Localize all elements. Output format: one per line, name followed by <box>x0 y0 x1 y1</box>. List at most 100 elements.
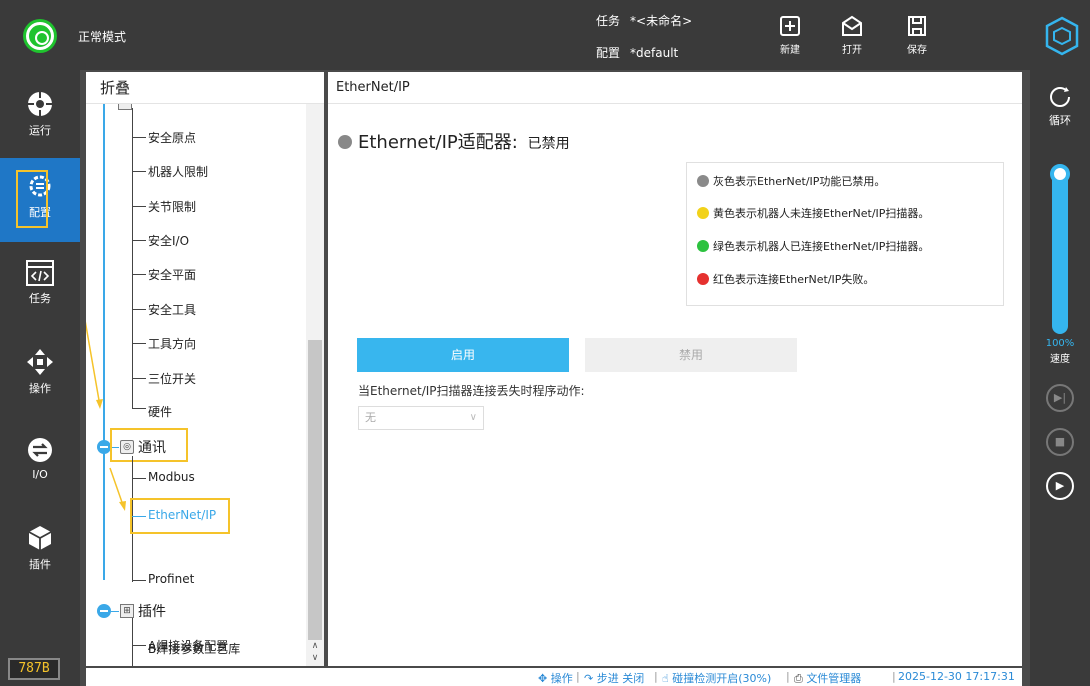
config-tree-panel: 折叠 安全原点 机器人限制 关节限制 安全I/O 安全平面 安全工具 工具方向 … <box>86 72 324 666</box>
version-badge: 787B <box>8 658 60 680</box>
yellow-status-icon <box>697 207 709 219</box>
nav-run[interactable]: 运行 <box>0 76 80 160</box>
content-panel: EtherNet/IP Ethernet/IP适配器: 已禁用 灰色表示Ethe… <box>328 72 1022 666</box>
loop-label: 循环 <box>1049 114 1071 127</box>
task-key: 任务 <box>596 14 621 28</box>
step-icon: ▶| <box>1053 391 1067 404</box>
config-highlight-box <box>16 170 48 228</box>
adapter-status: 已禁用 <box>527 136 570 152</box>
status-step[interactable]: ↷ 步进 关闭 <box>584 670 644 686</box>
adapter-title-text: Ethernet/IP适配器: <box>358 132 518 153</box>
nav-task[interactable]: 任务 <box>0 246 80 330</box>
gray-status-icon <box>697 175 709 187</box>
save-label: 保存 <box>907 45 927 56</box>
nav-io-label: I/O <box>32 468 48 481</box>
top-bar: 正常模式 任务 *<未命名> 配置 *default 新建 打开 保存 <box>0 0 1090 70</box>
loop-icon <box>1050 87 1070 107</box>
scroll-up-icon[interactable]: ∧ <box>308 640 322 652</box>
plugin-collapse-icon[interactable] <box>97 604 111 618</box>
nav-config[interactable]: 配置 <box>0 158 80 242</box>
tree-branch-line <box>132 618 133 666</box>
task-info: 任务 *<未命名> <box>596 12 692 29</box>
divider: | <box>654 670 658 683</box>
plugin-box-icon: ⊞ <box>120 604 134 618</box>
connection-lost-action-select[interactable]: 无 ∨ <box>358 406 484 430</box>
open-button[interactable]: 打开 <box>832 14 872 62</box>
status-file-manager-text: 文件管理器 <box>806 672 862 685</box>
legend-gray-text: 灰色表示EtherNet/IP功能已禁用。 <box>713 175 886 188</box>
tree-scrollbar[interactable]: ∧ ∨ <box>306 104 324 666</box>
nav-plugin[interactable]: 插件 <box>0 510 80 594</box>
nav-plugin-label: 插件 <box>29 558 51 571</box>
run-icon <box>28 92 52 116</box>
new-button[interactable]: 新建 <box>770 14 810 62</box>
task-value: *<未命名> <box>630 14 693 28</box>
legend-green-text: 绿色表示机器人已连接EtherNet/IP扫描器。 <box>713 240 930 253</box>
brand-logo-icon <box>1045 16 1079 56</box>
status-collision-text: 碰撞检测开启(30%) <box>672 672 772 685</box>
new-file-icon <box>780 16 800 36</box>
disable-button[interactable]: 禁用 <box>585 338 797 372</box>
config-key: 配置 <box>596 46 621 60</box>
open-label: 打开 <box>842 45 862 56</box>
speed-slider[interactable] <box>1052 170 1068 334</box>
chevron-down-icon: ∨ <box>469 412 477 423</box>
enable-button[interactable]: 启用 <box>357 338 569 372</box>
legend-green: 绿色表示机器人已连接EtherNet/IP扫描器。 <box>697 238 929 254</box>
status-file-manager[interactable]: ⎙ 文件管理器 <box>794 670 861 686</box>
speed-label: 速度 <box>1050 354 1070 365</box>
annotation-arrows <box>86 321 126 511</box>
divider: | <box>786 670 790 683</box>
status-legend: 灰色表示EtherNet/IP功能已禁用。 黄色表示机器人未连接EtherNet… <box>686 162 1004 306</box>
legend-yellow-text: 黄色表示机器人未连接EtherNet/IP扫描器。 <box>713 207 930 220</box>
tree-category-plugin[interactable]: 插件 <box>138 601 166 621</box>
content-title: EtherNet/IP <box>328 72 1022 104</box>
speed-slider-handle[interactable] <box>1050 164 1070 184</box>
legend-gray: 灰色表示EtherNet/IP功能已禁用。 <box>697 173 885 189</box>
status-operate[interactable]: ✥ 操作 <box>538 670 573 686</box>
nav-task-label: 任务 <box>29 292 51 305</box>
io-icon <box>28 438 52 462</box>
connection-lost-label: 当Ethernet/IP扫描器连接丢失时程序动作: <box>358 384 585 398</box>
tree-connector <box>111 611 119 612</box>
legend-red: 红色表示连接EtherNet/IP失败。 <box>697 271 874 287</box>
play-icon: ▶ <box>1055 479 1065 492</box>
status-step-text: 步进 关闭 <box>596 672 645 685</box>
open-envelope-icon <box>842 15 862 36</box>
legend-red-text: 红色表示连接EtherNet/IP失败。 <box>713 273 875 286</box>
step-button[interactable]: ▶| <box>1046 384 1074 412</box>
nav-io[interactable]: I/O <box>0 422 80 506</box>
play-button[interactable]: ▶ <box>1046 472 1074 500</box>
nav-operate-label: 操作 <box>29 382 51 395</box>
config-tree: 安全原点 机器人限制 关节限制 安全I/O 安全平面 安全工具 工具方向 三位开… <box>86 96 324 666</box>
move-arrows-icon <box>27 349 53 375</box>
connection-lost-action-value: 无 <box>365 411 376 424</box>
speed-percent: 100% <box>1045 338 1075 349</box>
config-value: *default <box>630 46 679 60</box>
right-bar: 循环 100% 速度 ▶| ■ ▶ <box>1030 70 1090 686</box>
tree-item-welding-params[interactable]: B焊接参数工艺库 <box>148 640 240 657</box>
adapter-status-gray-icon <box>338 135 352 149</box>
nav-run-label: 运行 <box>29 124 51 137</box>
new-label: 新建 <box>780 45 800 56</box>
red-status-icon <box>697 273 709 285</box>
config-info: 配置 *default <box>596 44 678 61</box>
mode-label: 正常模式 <box>78 30 127 44</box>
tree-collapse-header[interactable]: 折叠 <box>86 72 324 104</box>
divider: | <box>892 670 896 683</box>
status-collision[interactable]: ☝ 碰撞检测开启(30%) <box>662 670 771 686</box>
save-button[interactable]: 保存 <box>897 14 937 62</box>
scroll-down-icon[interactable]: ∨ <box>308 652 322 664</box>
tree-connector <box>132 645 146 646</box>
divider: | <box>576 670 580 683</box>
tree-scroll-thumb[interactable] <box>308 340 322 640</box>
stop-icon: ■ <box>1054 435 1066 448</box>
tree-item-profinet[interactable]: Profinet <box>148 572 194 586</box>
save-icon <box>908 16 926 36</box>
status-datetime: 2025-12-30 17:17:31 <box>898 670 1015 683</box>
loop-button[interactable]: 循环 <box>1030 84 1090 128</box>
stop-button[interactable]: ■ <box>1046 428 1074 456</box>
nav-operate[interactable]: 操作 <box>0 334 80 418</box>
tree-connector <box>132 580 146 581</box>
mode-status-icon <box>26 22 54 50</box>
